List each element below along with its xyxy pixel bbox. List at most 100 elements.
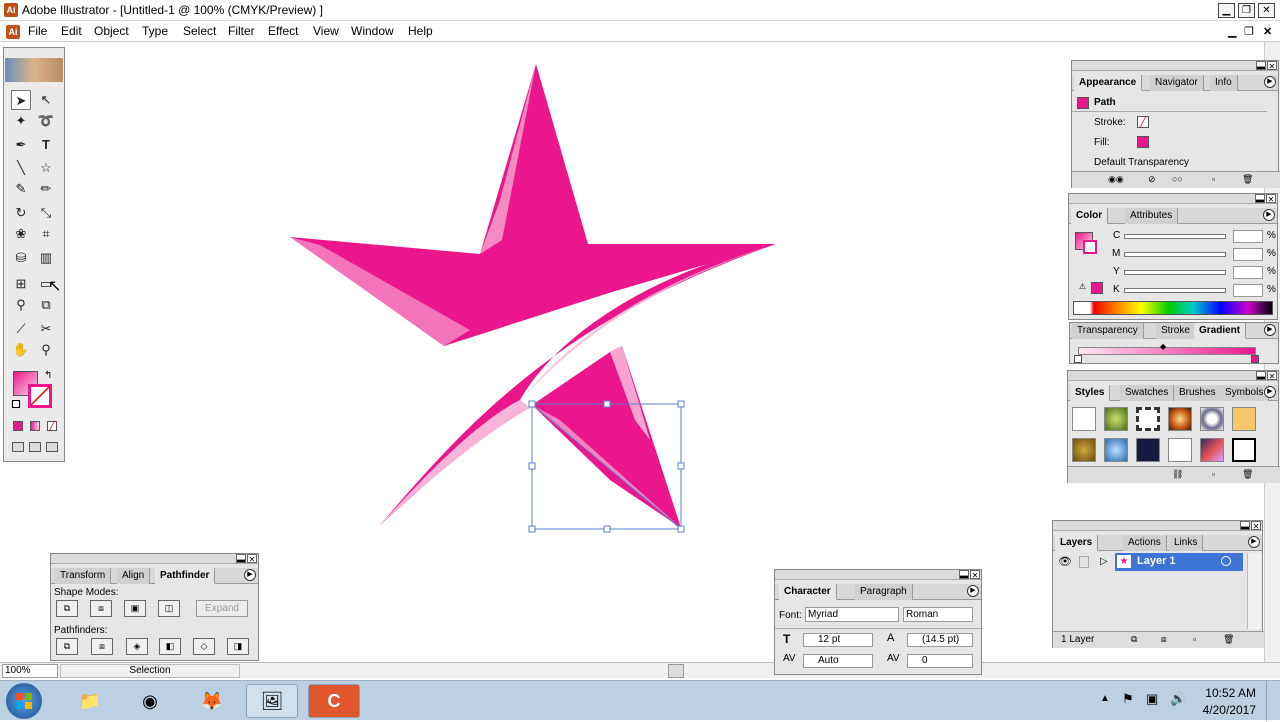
font-size-field[interactable]: 12 pt (803, 633, 873, 647)
swap-fill-stroke-icon[interactable]: ↰ (44, 370, 52, 381)
channel-m-value[interactable] (1233, 248, 1263, 261)
tracking-field[interactable]: 0 (907, 654, 973, 668)
graph-tool-icon[interactable]: ▥ (36, 248, 56, 268)
star-artwork[interactable] (290, 64, 776, 528)
last-color-swatch[interactable] (1091, 282, 1103, 294)
panel-menu-button[interactable]: ▶ (1264, 76, 1276, 88)
hand-tool-icon[interactable]: ✋ (11, 340, 31, 360)
channel-k-value[interactable] (1233, 284, 1263, 297)
panel-minimize-button[interactable]: ▬ (1255, 194, 1265, 204)
color-spectrum-bar[interactable] (1073, 301, 1273, 315)
target-circle-icon[interactable] (1221, 556, 1231, 566)
style-default[interactable] (1072, 407, 1096, 431)
pen-tool-icon[interactable]: ✒ (11, 135, 31, 155)
color-stroke-preview[interactable] (1083, 240, 1097, 254)
layer-name-highlight[interactable]: ★ Layer 1 (1115, 553, 1243, 571)
none-mode-icon[interactable]: ╱ (47, 421, 57, 431)
tab-symbols[interactable]: Symbols (1220, 385, 1270, 401)
add-shape-area-button[interactable]: ⧉ (56, 600, 78, 617)
lock-toggle[interactable] (1079, 556, 1089, 568)
show-desktop-button[interactable] (1266, 681, 1280, 721)
direct-selection-tool-icon[interactable]: ↖ (36, 90, 56, 110)
gradient-ramp[interactable] (1078, 347, 1256, 355)
channel-c-value[interactable] (1233, 230, 1263, 243)
font-style-select[interactable]: Roman (903, 607, 973, 622)
new-sublayer-icon[interactable]: ⧈ (1161, 634, 1167, 645)
style-swatch-2[interactable] (1104, 407, 1128, 431)
tab-layers[interactable]: Layers (1055, 535, 1099, 551)
style-swatch-10[interactable] (1168, 438, 1192, 462)
style-swatch-5[interactable] (1200, 407, 1224, 431)
delete-layer-icon[interactable]: 🗑 (1223, 634, 1234, 645)
subtract-shape-area-button[interactable]: ⧈ (90, 600, 112, 617)
channel-y-slider[interactable] (1124, 270, 1226, 275)
rotate-tool-icon[interactable]: ↻ (11, 203, 31, 223)
panel-menu-button[interactable]: ▶ (1263, 209, 1275, 221)
divide-button[interactable]: ⧉ (56, 638, 78, 655)
style-swatch-4[interactable] (1168, 407, 1192, 431)
default-colors-icon[interactable] (12, 400, 20, 408)
style-swatch-12[interactable] (1232, 438, 1256, 462)
delete-item-icon[interactable]: 🗑 (1242, 174, 1253, 185)
tab-stroke[interactable]: Stroke (1156, 323, 1196, 339)
intersect-shape-areas-button[interactable]: ▣ (124, 600, 146, 617)
full-screen-menu-mode-icon[interactable] (29, 442, 41, 452)
tab-color[interactable]: Color (1071, 208, 1109, 224)
style-swatch-9[interactable] (1136, 438, 1160, 462)
tab-character[interactable]: Character (779, 584, 837, 600)
tab-gradient[interactable]: Gradient (1194, 323, 1247, 339)
tab-align[interactable]: Align (117, 568, 151, 584)
outline-button[interactable]: ◇ (193, 638, 215, 655)
make-clipping-mask-icon[interactable]: ⧉ (1131, 634, 1137, 645)
kerning-field[interactable]: Auto (803, 654, 873, 668)
tab-appearance[interactable]: Appearance (1074, 75, 1143, 91)
tab-brushes[interactable]: Brushes (1174, 385, 1222, 401)
pencil-tool-icon[interactable]: ✏ (36, 179, 56, 199)
crop-button[interactable]: ◧ (159, 638, 181, 655)
eyedropper-tool-icon[interactable]: ⚲ (11, 295, 31, 315)
panel-menu-button[interactable]: ▶ (244, 569, 256, 581)
panel-minimize-button[interactable]: ▬ (1256, 61, 1266, 71)
gradient-stop-end[interactable] (1251, 355, 1259, 363)
chrome-icon[interactable]: ◉ (124, 684, 176, 718)
warp-tool-icon[interactable]: ❀ (11, 224, 31, 244)
break-link-icon[interactable]: ⛓ (1172, 469, 1183, 480)
selection-tool-icon[interactable]: ➤ (11, 90, 31, 110)
tab-pathfinder[interactable]: Pathfinder (155, 568, 216, 584)
panel-close-button[interactable]: ✕ (1251, 521, 1261, 531)
new-style-icon[interactable]: ▫ (1212, 469, 1215, 479)
clock-date[interactable]: 4/20/2017 (1196, 703, 1256, 717)
panel-minimize-button[interactable]: ▬ (1256, 371, 1266, 381)
full-screen-mode-icon[interactable] (46, 442, 58, 452)
style-swatch-6[interactable] (1232, 407, 1256, 431)
start-button[interactable] (6, 683, 42, 719)
symbol-sprayer-tool-icon[interactable]: ⛁ (11, 248, 31, 268)
tab-links[interactable]: Links (1169, 535, 1204, 551)
gradient-midpoint-icon[interactable]: ◆ (1160, 342, 1166, 351)
panel-minimize-button[interactable]: ▬ (959, 570, 969, 580)
style-swatch-3[interactable] (1136, 407, 1160, 431)
channel-m-slider[interactable] (1124, 252, 1226, 257)
blend-tool-icon[interactable]: ⧉ (36, 295, 56, 315)
panel-close-button[interactable]: ✕ (1266, 194, 1276, 204)
channel-k-slider[interactable] (1124, 288, 1226, 293)
panel-minimize-button[interactable]: ▬ (236, 554, 246, 564)
new-art-basic-icon[interactable]: ◉◉ (1108, 174, 1124, 185)
layers-scrollbar[interactable] (1247, 553, 1261, 629)
clock-time[interactable]: 10:52 AM (1196, 686, 1256, 700)
stroke-swatch[interactable] (28, 384, 52, 408)
leading-field[interactable]: (14.5 pt) (907, 633, 973, 647)
layer-row[interactable]: 👁 ▷ ★ Layer 1 (1053, 553, 1248, 571)
style-swatch-7[interactable] (1072, 438, 1096, 462)
mesh-tool-icon[interactable]: ⊞ (11, 274, 31, 294)
tab-actions[interactable]: Actions (1123, 535, 1167, 551)
slice-tool-icon[interactable]: ⟋ (11, 319, 31, 339)
free-transform-tool-icon[interactable]: ⌗ (36, 224, 56, 244)
file-explorer-icon[interactable]: 📁 (64, 684, 116, 718)
tab-attributes[interactable]: Attributes (1125, 208, 1179, 224)
stroke-none-swatch[interactable]: ╱ (1137, 116, 1149, 128)
panel-close-button[interactable]: ✕ (970, 570, 980, 580)
action-center-flag-icon[interactable]: ⚑ (1122, 691, 1134, 707)
line-tool-icon[interactable]: ╲ (11, 158, 31, 178)
lasso-tool-icon[interactable]: ➰ (36, 111, 56, 131)
